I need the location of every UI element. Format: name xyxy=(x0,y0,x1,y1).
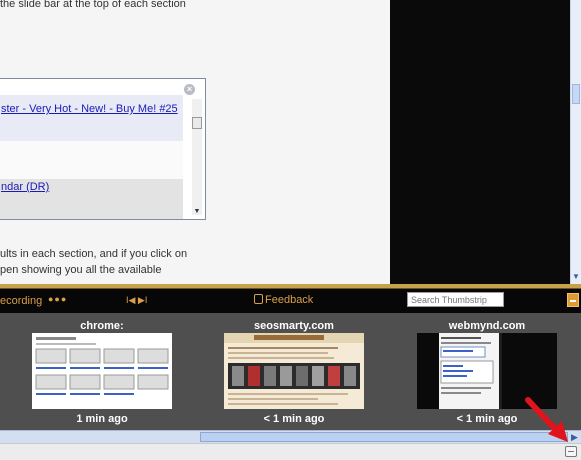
thumbnail-image[interactable] xyxy=(224,333,364,409)
close-icon[interactable]: × xyxy=(184,84,195,95)
thumbstrip-scroll-thumb[interactable] xyxy=(200,432,568,442)
dark-side-panel xyxy=(390,0,570,284)
result-link-2[interactable]: ndar (DR) xyxy=(1,181,49,193)
search-thumbstrip-input[interactable] xyxy=(407,292,504,307)
page-vertical-scrollbar[interactable]: ▼ xyxy=(570,0,581,284)
scroll-down-icon[interactable]: ▼ xyxy=(571,272,581,282)
thumbnail-title: chrome: xyxy=(80,320,124,332)
minimize-button[interactable] xyxy=(567,293,579,307)
popup-scrollbar[interactable]: ▼ xyxy=(192,99,202,215)
body-text-line-1: the slide bar at the top of each section xyxy=(0,0,186,10)
list-item xyxy=(0,141,183,179)
feedback-button[interactable]: Feedback xyxy=(254,294,313,306)
popup-scroll-thumb[interactable] xyxy=(192,117,202,129)
status-bar xyxy=(0,443,581,460)
thumbnail-time: 1 min ago xyxy=(76,413,128,425)
red-arrow-annotation xyxy=(525,397,568,442)
result-link-1[interactable]: ster - Very Hot - New! - Buy Me! #25 xyxy=(1,103,178,115)
feedback-icon xyxy=(254,294,263,304)
thumbnail-image[interactable] xyxy=(32,333,172,409)
list-item[interactable]: ster - Very Hot - New! - Buy Me! #25 xyxy=(0,95,183,141)
feedback-label: Feedback xyxy=(265,294,314,306)
scroll-right-icon[interactable]: ▶ xyxy=(569,431,580,443)
web-page-content: the slide bar at the top of each section… xyxy=(0,0,390,284)
nav-prev-next-icons[interactable]: I◀ ▶I xyxy=(126,295,147,306)
body-text-line-2: ults in each section, and if you click o… xyxy=(0,248,188,260)
thumbstrip-toolbar: ecording ●●● I◀ ▶I Feedback xyxy=(0,289,581,313)
thumbnail-card[interactable]: seosmarty.com < 1 min ago xyxy=(214,313,374,430)
thumbnail-time: < 1 min ago xyxy=(263,413,325,425)
page-scroll-thumb[interactable] xyxy=(572,84,580,104)
body-text-line-3: pen showing you all the available xyxy=(0,264,162,276)
scroll-down-icon[interactable]: ▼ xyxy=(192,208,202,215)
recording-dots-icon: ●●● xyxy=(48,294,68,304)
results-popup: × ster - Very Hot - New! - Buy Me! #25 n… xyxy=(0,78,206,220)
thumbnail-card[interactable]: chrome: 1 min ago xyxy=(22,313,182,430)
thumbstrip-horizontal-scrollbar[interactable]: ▶ xyxy=(0,430,581,443)
recording-label[interactable]: ecording xyxy=(0,295,42,307)
thumbstrip: chrome: 1 min ago seosmarty.com < 1 min … xyxy=(0,313,581,430)
thumbnail-title: webmynd.com xyxy=(448,320,526,332)
thumbnail-title: seosmarty.com xyxy=(254,320,334,332)
thumbstrip-toggle-icon[interactable] xyxy=(565,446,577,457)
list-item[interactable]: ndar (DR) xyxy=(0,179,183,219)
